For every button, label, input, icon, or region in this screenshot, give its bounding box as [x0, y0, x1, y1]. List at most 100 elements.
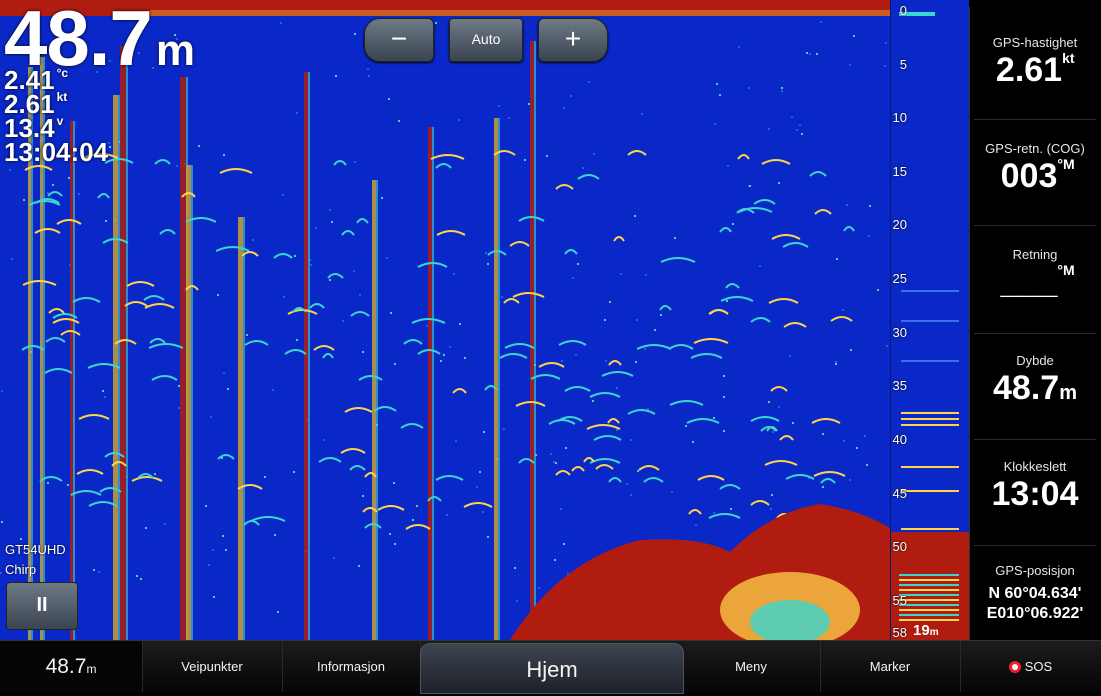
bottom-nav-bar: 48.7m Veipunkter Informasjon Hjem Meny M… [0, 640, 1101, 694]
sos-button[interactable]: SOS [960, 641, 1101, 692]
data-panel[interactable]: GPS-hastighet 2.61kt GPS-retn. (COG) 003… [969, 7, 1100, 640]
fish-arch [690, 353, 723, 359]
zoom-auto-button[interactable]: Auto [449, 18, 523, 62]
sonar-noise [412, 519, 414, 521]
fish-arch [586, 424, 621, 430]
nav-depth-readout[interactable]: 48.7m [0, 641, 143, 692]
sonar-noise [109, 146, 111, 148]
fish-arch [333, 160, 347, 166]
clock-field: Klokkeslett 13:04 [970, 459, 1100, 512]
fish-arch [811, 418, 841, 424]
sonar-streak-edge [534, 41, 536, 640]
fish-arch [555, 184, 574, 190]
sonar-noise [93, 569, 95, 571]
fish-arch [750, 317, 771, 323]
flasher-bottom-band [899, 589, 959, 591]
fish-arch [577, 174, 600, 180]
sonar-noise [674, 237, 676, 239]
depth-scale-tick: 58 [892, 625, 907, 640]
sonar-noise [178, 407, 180, 409]
sonar-noise [850, 349, 852, 351]
depth-label: Dybde [1016, 353, 1054, 368]
sonar-noise [52, 184, 54, 186]
menu-button[interactable]: Meny [682, 641, 821, 692]
sonar-view[interactable]: 48.7m 2.41 °c 2.61 kt 13.4 v 13:04:04 − Aut… [0, 0, 890, 640]
sonar-noise [264, 476, 266, 478]
sonar-noise [394, 363, 396, 365]
sonar-noise [806, 52, 808, 54]
flasher-depth: 19m [913, 622, 939, 639]
sonar-streak [186, 165, 191, 640]
sonar-noise [67, 484, 69, 486]
flasher-bottom-band [899, 579, 959, 581]
zoom-out-button[interactable]: − [364, 18, 434, 62]
flasher-bottom-band [899, 609, 959, 611]
flasher-depth-unit: m [929, 627, 939, 638]
sonar-noise [796, 129, 798, 131]
overlay-voltage-unit: v [56, 114, 64, 128]
fish-arch [430, 154, 465, 160]
information-button[interactable]: Informasjon [282, 641, 421, 692]
zoom-in-button[interactable]: + [538, 18, 608, 62]
sonar-noise [164, 523, 166, 525]
sonar-noise [293, 471, 295, 473]
sonar-noise [104, 396, 106, 398]
sonar-streak-edge [73, 121, 75, 640]
cog-number: 003 [1000, 157, 1058, 195]
sonar-noise [869, 205, 871, 207]
sonar-noise [716, 83, 718, 85]
heading-value: ___°M [970, 263, 1100, 300]
fish-arch [97, 193, 110, 199]
fish-arch [753, 199, 776, 205]
flasher-return [901, 528, 959, 530]
depth-unit: m [1059, 382, 1077, 404]
sonar-noise [1, 390, 3, 392]
flasher-bottom-band [899, 599, 959, 601]
flasher-depth-value: 19 [913, 622, 930, 639]
sonar-noise [389, 533, 391, 535]
sonar-noise [719, 94, 721, 96]
mark-button[interactable]: Marker [820, 641, 961, 692]
fish-arch [88, 501, 118, 507]
fish-arch [583, 457, 595, 463]
depth-value: 48.7m [970, 370, 1100, 413]
sonar-noise [217, 294, 219, 296]
sonar-noise [455, 440, 457, 442]
fish-arch [124, 301, 148, 307]
sonar-noise [778, 182, 780, 184]
sonar-noise [636, 319, 638, 321]
fish-arch [154, 159, 171, 165]
fish-arch [358, 375, 383, 381]
sonar-noise [822, 433, 824, 435]
gps-position-field: GPS-posisjon N 60°04.634' E010°06.922' [970, 563, 1100, 624]
sonar-noise [820, 21, 822, 23]
sonar-noise [485, 252, 487, 254]
sonar-noise [386, 257, 388, 259]
sonar-noise [487, 263, 489, 265]
flasher-return [901, 424, 959, 426]
sonar-noise [685, 425, 687, 427]
sonar-noise [479, 471, 481, 473]
sonar-noise [616, 387, 618, 389]
cog-unit: °M [1057, 156, 1075, 172]
sonar-noise [393, 482, 395, 484]
pause-button[interactable]: II [6, 582, 78, 630]
fish-arch [287, 309, 318, 315]
sonar-noise [732, 223, 734, 225]
sonar-noise [620, 273, 622, 275]
fish-arch [686, 418, 720, 424]
sonar-noise [223, 372, 225, 374]
gps-speed-number: 2.61 [995, 51, 1063, 89]
waypoints-button[interactable]: Veipunkter [142, 641, 283, 692]
sonar-noise [176, 165, 178, 167]
sonar-noise [572, 277, 574, 279]
sonar-noise [768, 401, 770, 403]
sonar-noise [252, 239, 254, 241]
sonar-noise [645, 274, 647, 276]
sonar-streak-edge [191, 165, 193, 640]
sonar-noise [354, 161, 356, 163]
home-button[interactable]: Hjem [420, 643, 684, 694]
sonar-noise [388, 98, 390, 100]
fish-arch [284, 349, 307, 355]
fish-arch [309, 303, 325, 309]
